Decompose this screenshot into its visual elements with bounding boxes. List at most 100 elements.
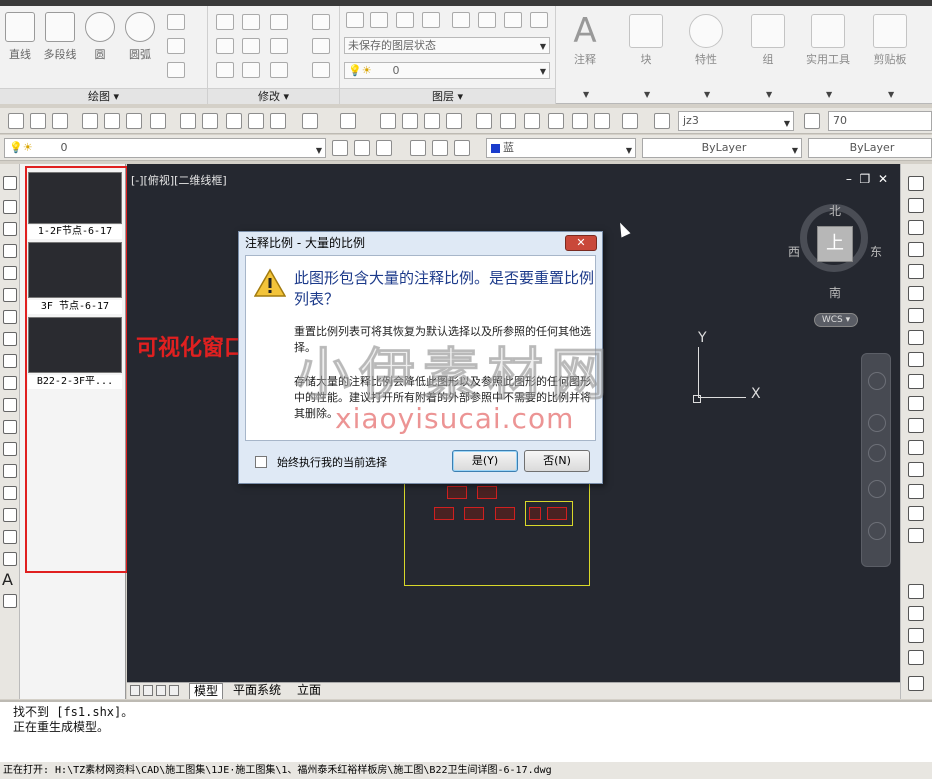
zoom-realtime-icon[interactable] xyxy=(402,113,418,129)
explode-icon[interactable] xyxy=(908,528,924,543)
always-checkbox-label[interactable]: 始终执行我的当前选择 xyxy=(277,454,387,470)
ucs-icon[interactable] xyxy=(432,140,448,156)
layer-state-dropdown[interactable]: 未保存的图层状态 ▼ xyxy=(344,37,550,54)
add-selected-icon[interactable] xyxy=(3,594,17,608)
rectangle-icon[interactable] xyxy=(167,14,185,30)
always-checkbox[interactable] xyxy=(255,456,267,468)
chevron-down-icon[interactable]: ▼ xyxy=(766,90,772,99)
layer-previous-icon[interactable] xyxy=(354,140,370,156)
erase-icon[interactable] xyxy=(312,14,330,30)
properties-tool[interactable]: 特性 xyxy=(680,14,732,67)
ucs-icon[interactable] xyxy=(454,140,470,156)
extend-icon[interactable] xyxy=(908,396,924,411)
block-tool[interactable]: 块 xyxy=(620,14,672,67)
layer-icon[interactable] xyxy=(452,12,470,28)
hatch-icon[interactable] xyxy=(3,486,17,500)
blend-icon[interactable] xyxy=(908,506,924,521)
design-center-icon[interactable] xyxy=(500,113,516,129)
draw-order-icon[interactable] xyxy=(908,584,924,599)
dialog-title[interactable]: 注释比例 - 大量的比例 xyxy=(239,232,602,254)
draw-order-icon[interactable] xyxy=(908,606,924,621)
dim-style-dropdown[interactable]: 70 xyxy=(828,111,932,131)
next-tab-icon[interactable] xyxy=(156,685,166,696)
cut-icon[interactable] xyxy=(180,113,196,129)
chevron-down-icon[interactable]: ▼ xyxy=(644,90,650,99)
drawing-sheet[interactable] xyxy=(434,507,454,520)
chamfer-icon[interactable] xyxy=(908,462,924,477)
plot-icon[interactable] xyxy=(82,113,98,129)
stretch-icon[interactable] xyxy=(216,62,234,78)
paste-icon[interactable] xyxy=(226,113,242,129)
match-properties-icon[interactable] xyxy=(248,113,264,129)
sheet-set-icon[interactable] xyxy=(548,113,564,129)
text-above-icon[interactable] xyxy=(908,676,924,691)
offset-icon[interactable] xyxy=(312,62,330,78)
chevron-down-icon[interactable]: ▼ xyxy=(583,90,589,99)
hatch-icon[interactable] xyxy=(167,38,185,54)
polyline-tool[interactable]: 多段线 xyxy=(40,12,80,62)
drawing-sheet[interactable] xyxy=(447,486,467,499)
draw-order-icon[interactable] xyxy=(908,628,924,643)
linetype-dropdown[interactable]: ByLayer ▼ xyxy=(642,138,802,158)
layer-properties-icon[interactable] xyxy=(346,12,364,28)
pan-hand-icon[interactable] xyxy=(868,414,886,432)
rectangle-icon[interactable] xyxy=(3,266,17,280)
chevron-down-icon[interactable]: ▼ xyxy=(826,90,832,99)
line-icon[interactable] xyxy=(3,176,17,190)
new-icon[interactable] xyxy=(8,113,24,129)
polyline-icon[interactable] xyxy=(3,222,17,236)
point-icon[interactable] xyxy=(3,464,17,478)
trim-icon[interactable] xyxy=(270,14,288,30)
rotate-icon[interactable] xyxy=(908,308,924,323)
rotate-icon[interactable] xyxy=(242,14,260,30)
close-icon[interactable]: ✕ xyxy=(878,172,888,186)
copy-icon[interactable] xyxy=(216,38,234,54)
stretch-icon[interactable] xyxy=(908,352,924,367)
draw-order-icon[interactable] xyxy=(908,650,924,665)
undo-icon[interactable] xyxy=(302,113,318,129)
insert-block-icon[interactable] xyxy=(3,420,17,434)
drawing-sheet[interactable] xyxy=(495,507,515,520)
command-line[interactable]: 找不到 [fs1.shx]。 正在重生成模型。 xyxy=(0,700,932,762)
region-icon[interactable] xyxy=(167,62,185,78)
explode-icon[interactable] xyxy=(312,38,330,54)
redo-icon[interactable] xyxy=(340,113,356,129)
publish-icon[interactable] xyxy=(126,113,142,129)
minimize-icon[interactable]: – xyxy=(846,172,852,186)
zoom-window-icon[interactable] xyxy=(424,113,440,129)
save-icon[interactable] xyxy=(52,113,68,129)
showmotion-icon[interactable] xyxy=(868,522,886,540)
construction-line-icon[interactable] xyxy=(3,200,17,214)
utilities-tool[interactable]: 实用工具 xyxy=(802,14,854,67)
line-tool[interactable]: 直线 xyxy=(0,12,40,62)
arc-icon[interactable] xyxy=(3,288,17,302)
array-icon[interactable] xyxy=(908,264,924,279)
layer-dropdown[interactable]: 💡☀ 0 ▼ xyxy=(4,138,326,158)
color-dropdown[interactable]: 蓝 ▼ xyxy=(486,138,636,158)
layer-icon[interactable] xyxy=(530,12,548,28)
scale-icon[interactable] xyxy=(242,62,260,78)
current-layer-dropdown[interactable]: 💡☀ 0 ▼ xyxy=(344,62,550,79)
layer-state-icon[interactable] xyxy=(376,140,392,156)
open-icon[interactable] xyxy=(30,113,46,129)
compass-north[interactable]: 北 xyxy=(829,202,841,219)
array-icon[interactable] xyxy=(270,62,288,78)
ucs-icon[interactable] xyxy=(410,140,426,156)
help-icon[interactable] xyxy=(622,113,638,129)
last-tab-icon[interactable] xyxy=(169,685,179,696)
drawing-sheet[interactable] xyxy=(464,507,484,520)
chevron-down-icon[interactable]: ▼ xyxy=(704,90,710,99)
layer-icon[interactable] xyxy=(478,12,496,28)
polygon-icon[interactable] xyxy=(3,244,17,258)
fillet-icon[interactable] xyxy=(908,484,924,499)
restore-icon[interactable]: ❐ xyxy=(860,172,871,186)
wcs-menu[interactable]: WCS ▾ xyxy=(814,313,858,327)
break-icon[interactable] xyxy=(908,418,924,433)
make-current-icon[interactable] xyxy=(332,140,348,156)
prev-tab-icon[interactable] xyxy=(143,685,153,696)
compass-east[interactable]: 东 xyxy=(870,243,882,260)
layer-icon[interactable] xyxy=(396,12,414,28)
mirror-icon[interactable] xyxy=(908,220,924,235)
join-icon[interactable] xyxy=(908,440,924,455)
revision-cloud-icon[interactable] xyxy=(3,332,17,346)
